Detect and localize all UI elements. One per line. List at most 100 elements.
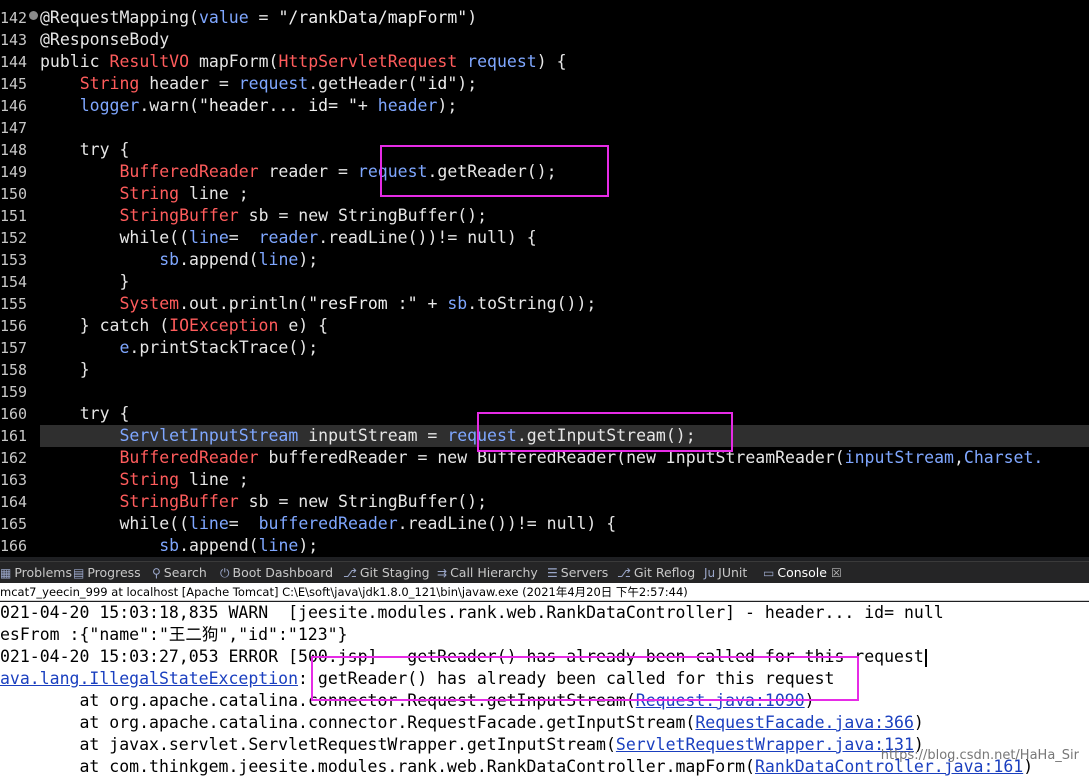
code-line[interactable]: String header = request.getHeader("id"); <box>40 73 1089 95</box>
code-token: = <box>228 514 259 533</box>
line-number: 145 <box>0 75 28 93</box>
line-number: 151 <box>0 207 28 225</box>
code-token: .warn( <box>139 96 199 115</box>
code-token: line ; <box>179 184 249 203</box>
code-token: "/rankData/mapForm" <box>278 8 468 27</box>
tab-label: Progress <box>87 565 141 580</box>
code-token: .getInputStream(); <box>516 426 696 445</box>
tab-call-hierarchy[interactable]: ⇉ Call Hierarchy <box>437 562 538 584</box>
code-token: + <box>357 96 378 115</box>
tab-junit[interactable]: Ju JUnit <box>704 562 747 584</box>
tab-progress[interactable]: ▤ Progress <box>73 562 141 584</box>
code-line[interactable]: String line ; <box>40 469 1089 491</box>
code-line[interactable]: while((line= reader.readLine())!= null) … <box>40 227 1089 249</box>
problems-icon: ▦ <box>0 566 12 580</box>
line-number: 160 <box>0 405 28 423</box>
code-token: sb = new StringBuffer(); <box>238 206 488 225</box>
line-number: 166 <box>0 537 28 555</box>
code-token: request <box>457 52 537 71</box>
code-line[interactable]: System.out.println("resFrom :" + sb.toSt… <box>40 293 1089 315</box>
servers-icon: ☰ <box>547 566 558 580</box>
stack-frame-link[interactable]: RequestFacade.java:366 <box>695 713 914 732</box>
code-token: BufferedReader <box>119 448 259 467</box>
code-line[interactable]: StringBuffer sb = new StringBuffer(); <box>40 205 1089 227</box>
code-line[interactable]: while((line= bufferedReader.readLine())!… <box>40 513 1089 535</box>
code-token: line <box>189 228 229 247</box>
code-line[interactable]: BufferedReader bufferedReader = new Buff… <box>40 447 1089 469</box>
watermark: https://blog.csdn.net/HaHa_Sir <box>880 748 1079 763</box>
code-token: System <box>119 294 180 313</box>
tab-servers[interactable]: ☰ Servers <box>547 562 608 584</box>
code-line[interactable] <box>40 117 1089 139</box>
line-number: 159 <box>0 383 28 401</box>
exception-link[interactable]: ava.lang.IllegalStateException <box>0 669 298 688</box>
line-number: 162 <box>0 449 28 467</box>
line-number: 144 <box>0 53 28 71</box>
code-token: .append( <box>179 536 259 555</box>
code-token: mapForm( <box>189 52 279 71</box>
code-line[interactable]: sb.append(line); <box>40 535 1089 557</box>
code-token: ); <box>437 96 458 115</box>
line-number: 155 <box>0 295 28 313</box>
code-token: try { <box>40 404 130 423</box>
code-token: try { <box>40 140 130 159</box>
code-line[interactable]: @ResponseBody <box>40 29 1089 51</box>
code-line[interactable] <box>40 381 1089 403</box>
code-token: @RequestMapping( <box>40 8 199 27</box>
line-number: 161 <box>0 427 28 445</box>
code-line[interactable]: ServletInputStream inputStream = request… <box>40 425 1089 447</box>
code-line[interactable]: BufferedReader reader = request.getReade… <box>40 161 1089 183</box>
code-token: reader = <box>258 162 358 181</box>
code-line[interactable]: try { <box>40 403 1089 425</box>
line-number: 164 <box>0 493 28 511</box>
code-line[interactable]: StringBuffer sb = new StringBuffer(); <box>40 491 1089 513</box>
console-line: 021-04-20 15:03:27,053 ERROR [500.jsp] -… <box>0 646 927 668</box>
tab-label: Problems <box>14 565 72 580</box>
code-line[interactable]: try { <box>40 139 1089 161</box>
line-number: 150 <box>0 185 28 203</box>
code-token: .readLine())!= null) { <box>397 514 617 533</box>
code-token: value <box>198 8 249 27</box>
console-line: ava.lang.IllegalStateException: getReade… <box>0 668 834 690</box>
code-token: + <box>417 294 448 313</box>
tab-git-reflog[interactable]: ⎇ Git Reflog <box>617 562 695 584</box>
line-number: 158 <box>0 361 28 379</box>
code-line[interactable]: } catch (IOException e) { <box>40 315 1089 337</box>
code-line[interactable]: } <box>40 359 1089 381</box>
code-token: "header... id= " <box>198 96 358 115</box>
stack-frame-link[interactable]: Request.java:1090 <box>636 691 805 710</box>
tab-boot-dashboard[interactable]: ⏻ Boot Dashboard <box>220 562 333 584</box>
code-line[interactable]: e.printStackTrace(); <box>40 337 1089 359</box>
line-number: 147 <box>0 119 28 137</box>
tab-console[interactable]: ▭ Console ☒ <box>763 562 842 584</box>
code-line[interactable]: } <box>40 271 1089 293</box>
code-token: e <box>119 338 130 357</box>
code-token: String <box>79 74 140 93</box>
fold-marker-icon[interactable] <box>29 11 38 20</box>
code-token: .toString()); <box>467 294 597 313</box>
code-token: line ; <box>179 470 249 489</box>
code-token: ); <box>457 74 478 93</box>
code-token: "resFrom :" <box>308 294 418 313</box>
code-token: header = <box>139 74 239 93</box>
tab-problems[interactable]: ▦ Problems <box>0 562 72 584</box>
code-token: ) { <box>536 52 567 71</box>
code-token: } <box>40 272 130 291</box>
console-line: esFrom :{"name":"王二狗","id":"123"} <box>0 625 348 644</box>
tab-search[interactable]: ⚲ Search <box>152 562 207 584</box>
stack-frame-link[interactable]: ServletRequestWrapper.java:131 <box>616 735 914 754</box>
code-line[interactable]: logger.warn("header... id= "+ header); <box>40 95 1089 117</box>
close-icon[interactable]: ☒ <box>831 566 842 580</box>
tab-git-staging[interactable]: ⎇ Git Staging <box>343 562 430 584</box>
line-number: 153 <box>0 251 28 269</box>
code-line[interactable]: String line ; <box>40 183 1089 205</box>
code-line[interactable]: public ResultVO mapForm(HttpServletReque… <box>40 51 1089 73</box>
code-line[interactable]: sb.append(line); <box>40 249 1089 271</box>
code-editor[interactable]: @RequestMapping(value = "/rankData/mapFo… <box>0 0 1089 557</box>
tab-label: Call Hierarchy <box>450 565 538 580</box>
code-line[interactable]: @RequestMapping(value = "/rankData/mapFo… <box>40 7 1089 29</box>
